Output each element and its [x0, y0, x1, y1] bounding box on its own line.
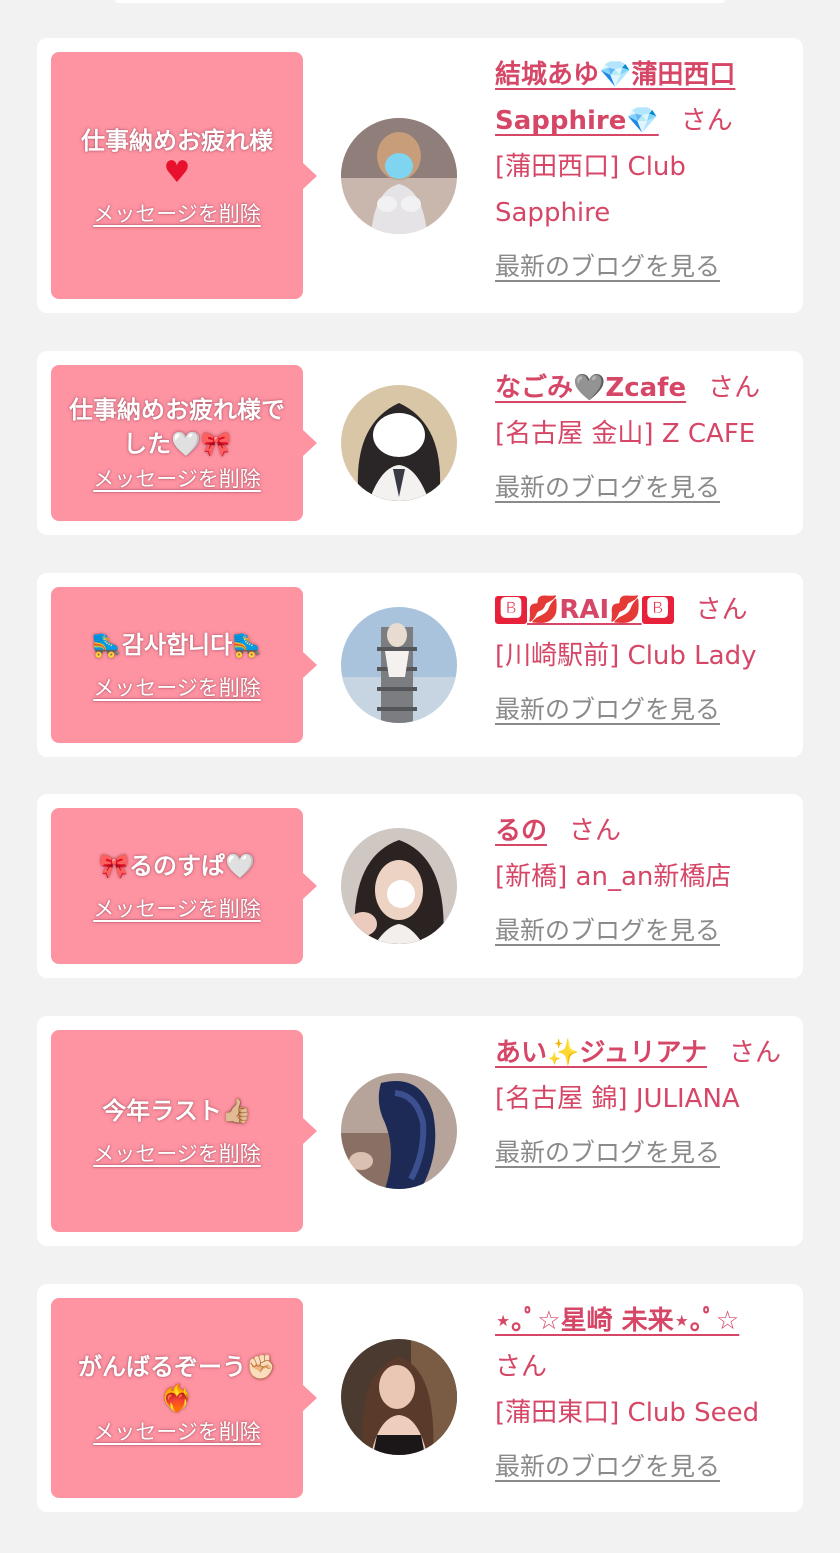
- shop-name: [名古屋 錦] JULIANA: [495, 1084, 740, 1114]
- shop-name: [新橋] an_an新橋店: [495, 862, 732, 892]
- cast-info: るの さん [新橋] an_an新橋店 最新のブログを見る: [495, 808, 793, 954]
- message-bubble: 仕事納めお疲れ様でした🤍🎀 メッセージを削除: [51, 365, 317, 521]
- message-bubble: 🎀るのすぱ🤍 メッセージを削除: [51, 808, 317, 964]
- honorific: さん: [729, 1038, 782, 1068]
- cast-info: 🅱 💋RAI💋 🅱 さん [川崎駅前] Club Lady 最新のブログを見る: [495, 587, 793, 733]
- heart-on-fire-icon: ❤️‍🔥: [160, 1384, 194, 1414]
- view-latest-blog-link[interactable]: 最新のブログを見る: [495, 908, 720, 954]
- message-text: がんばるぞーう✊🏻: [78, 1353, 276, 1381]
- avatar[interactable]: [341, 118, 457, 234]
- gem-icon: 💎: [626, 106, 659, 136]
- message-text: 仕事納めお疲れ様でした🤍🎀: [69, 396, 285, 458]
- cast-name-text: 結城あゆ: [495, 60, 600, 90]
- message-card: 🛼감사합니다🛼 メッセージを削除 🅱 💋RAI💋 🅱 さん [川崎駅前] Club L…: [37, 573, 803, 757]
- view-latest-blog-link[interactable]: 最新のブログを見る: [495, 687, 720, 733]
- gem-icon: 💎: [599, 60, 632, 90]
- message-text: 今年ラスト👍🏼: [102, 1097, 252, 1125]
- message-bubble: 今年ラスト👍🏼 メッセージを削除: [51, 1030, 317, 1232]
- view-latest-blog-link[interactable]: 最新のブログを見る: [495, 244, 720, 290]
- message-card: 仕事納めお疲れ様でした🤍🎀 メッセージを削除 なごみ🩶Zcafe さん [名古屋 …: [37, 351, 803, 535]
- cast-info: なごみ🩶Zcafe さん [名古屋 金山] Z CAFE 最新のブログを見る: [495, 365, 793, 511]
- cast-name-link[interactable]: ⋆｡ﾟ☆星崎 未来⋆｡ﾟ☆: [495, 1306, 739, 1336]
- cast-name-link[interactable]: るの: [495, 816, 547, 846]
- message-text: 🛼감사합니다🛼: [91, 631, 263, 659]
- message-list: 仕事納めお疲れ様 ♥ メッセージを削除 結城あゆ💎蒲田西口Sapphire💎 さん…: [0, 0, 840, 1553]
- cast-info: ⋆｡ﾟ☆星崎 未来⋆｡ﾟ☆ さん [蒲田東口] Club Seed 最新のブログ…: [495, 1298, 793, 1490]
- honorific: さん: [695, 595, 748, 625]
- message-card: 仕事納めお疲れ様 ♥ メッセージを削除 結城あゆ💎蒲田西口Sapphire💎 さん…: [37, 38, 803, 313]
- delete-message-link[interactable]: メッセージを削除: [93, 465, 261, 493]
- avatar[interactable]: [341, 828, 457, 944]
- message-text: 仕事納めお疲れ様: [81, 126, 273, 155]
- avatar[interactable]: [341, 385, 457, 501]
- avatar[interactable]: [341, 1073, 457, 1189]
- delete-message-link[interactable]: メッセージを削除: [93, 895, 261, 923]
- message-bubble: 仕事納めお疲れ様 ♥ メッセージを削除: [51, 52, 317, 299]
- view-latest-blog-link[interactable]: 最新のブログを見る: [495, 1444, 720, 1490]
- honorific: さん: [708, 373, 761, 403]
- cast-info: 結城あゆ💎蒲田西口Sapphire💎 さん [蒲田西口] Club Sapphir…: [495, 52, 793, 290]
- avatar[interactable]: [341, 607, 457, 723]
- honorific: さん: [569, 816, 622, 846]
- delete-message-link[interactable]: メッセージを削除: [93, 200, 261, 228]
- heart-icon: ♥: [163, 154, 191, 190]
- honorific: さん: [495, 1352, 548, 1382]
- message-bubble: がんばるぞーう✊🏻 ❤️‍🔥 メッセージを削除: [51, 1298, 317, 1498]
- previous-card-edge: [115, 0, 725, 3]
- view-latest-blog-link[interactable]: 最新のブログを見る: [495, 1130, 720, 1176]
- cast-name-text: 💋RAI💋: [527, 595, 642, 625]
- message-bubble: 🛼감사합니다🛼 メッセージを削除: [51, 587, 317, 743]
- delete-message-link[interactable]: メッセージを削除: [93, 674, 261, 702]
- cast-info: あい✨ジュリアナ さん [名古屋 錦] JULIANA 最新のブログを見る: [495, 1030, 793, 1176]
- view-latest-blog-link[interactable]: 最新のブログを見る: [495, 465, 720, 511]
- message-card: がんばるぞーう✊🏻 ❤️‍🔥 メッセージを削除 ⋆｡ﾟ☆星崎 未来⋆｡ﾟ☆ さん…: [37, 1284, 803, 1512]
- message-card: 今年ラスト👍🏼 メッセージを削除 あい✨ジュリアナ さん [名古屋 錦] JULI…: [37, 1016, 803, 1246]
- message-text: 🎀るのすぱ🤍: [99, 852, 255, 880]
- b-button-icon: 🅱: [641, 596, 674, 624]
- cast-name-link[interactable]: なごみ🩶Zcafe: [495, 373, 686, 403]
- cast-name-link[interactable]: 🅱 💋RAI💋 🅱: [495, 595, 674, 625]
- honorific: さん: [680, 106, 733, 136]
- shop-name: [蒲田東口] Club Seed: [495, 1398, 760, 1428]
- avatar[interactable]: [341, 1339, 457, 1455]
- cast-name-link[interactable]: あい✨ジュリアナ: [495, 1038, 707, 1068]
- shop-name: [蒲田西口] Club Sapphire: [495, 152, 686, 228]
- shop-name: [名古屋 金山] Z CAFE: [495, 419, 756, 449]
- message-card: 🎀るのすぱ🤍 メッセージを削除 るの さん [新橋] an_an新橋店 最新のブロ…: [37, 794, 803, 978]
- delete-message-link[interactable]: メッセージを削除: [93, 1418, 261, 1446]
- shop-name: [川崎駅前] Club Lady: [495, 641, 757, 671]
- b-button-icon: 🅱: [495, 596, 528, 624]
- delete-message-link[interactable]: メッセージを削除: [93, 1140, 261, 1168]
